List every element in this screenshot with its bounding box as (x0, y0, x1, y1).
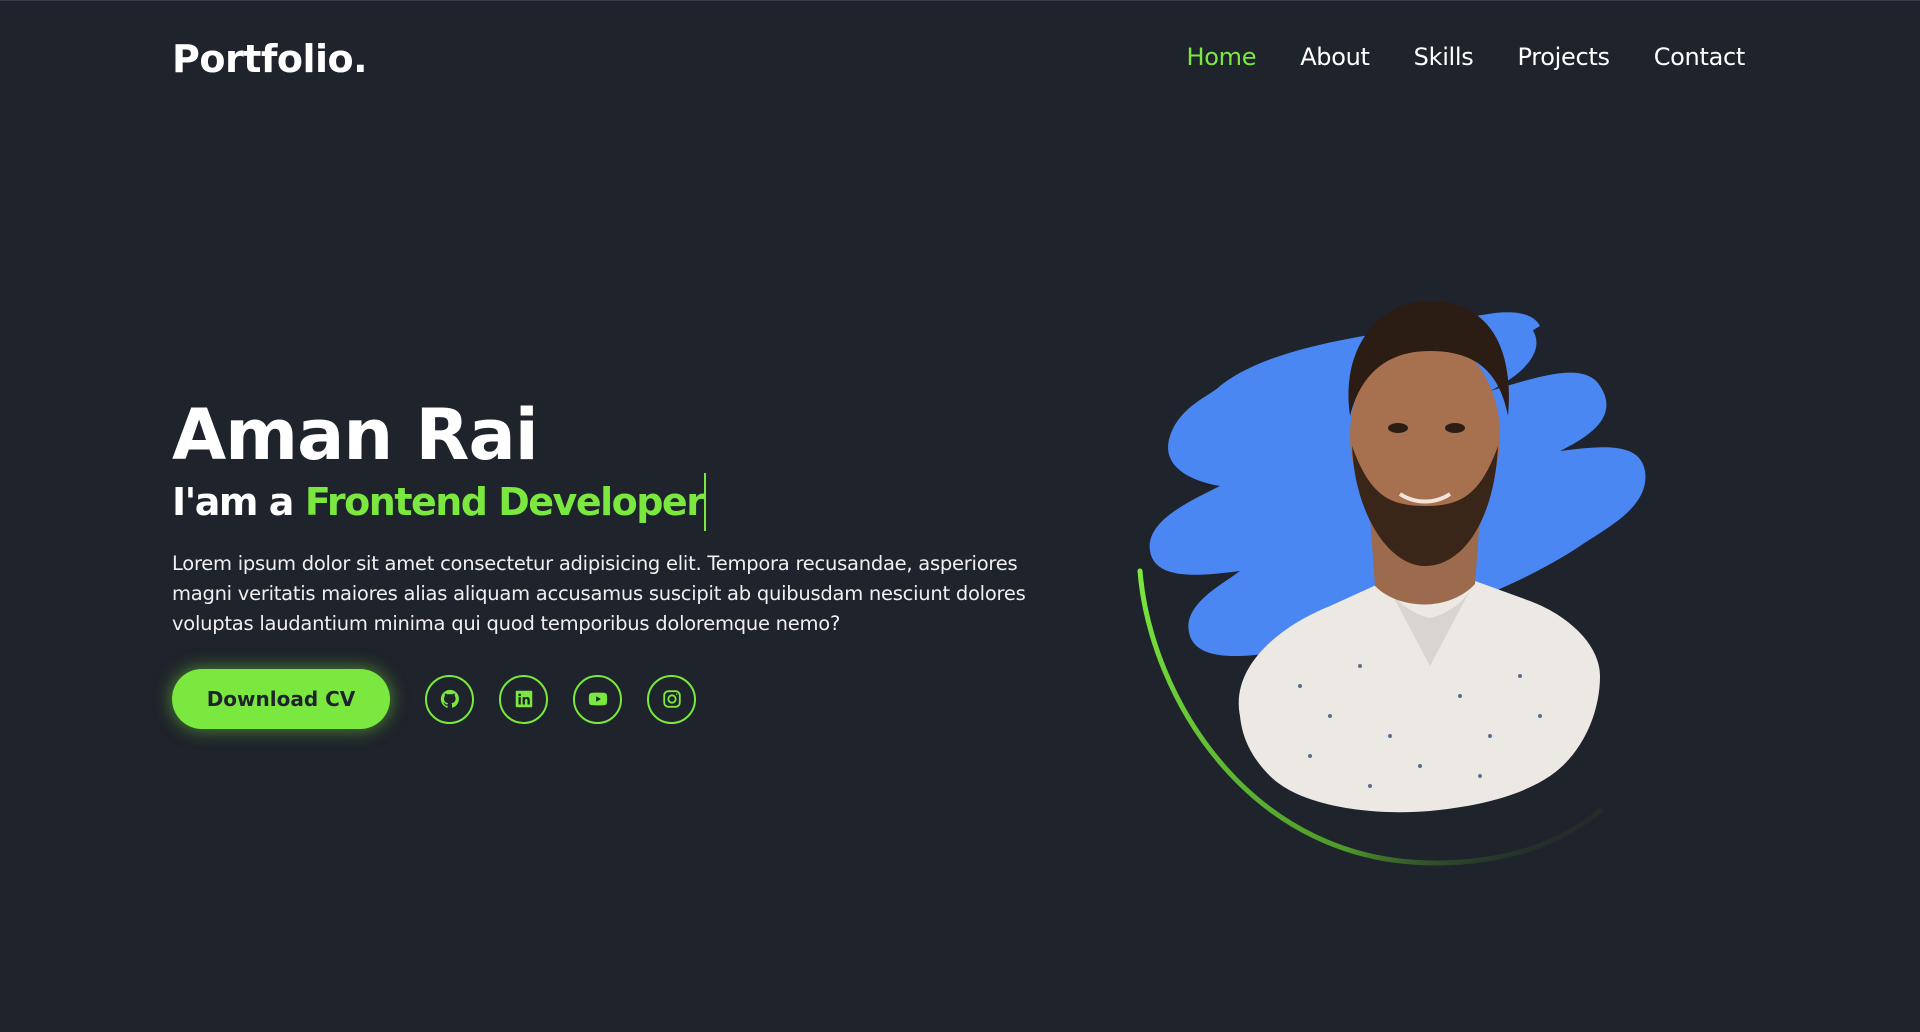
download-cv-button[interactable]: Download CV (172, 669, 390, 729)
hero-section: Aman Rai I'am a Frontend Developer Lorem… (172, 393, 1072, 729)
main-nav: Home About Skills Projects Contact (1187, 43, 1746, 71)
nav-skills[interactable]: Skills (1414, 43, 1474, 71)
github-icon (440, 689, 459, 708)
profile-graphic (1137, 301, 1646, 866)
nav-about[interactable]: About (1300, 43, 1370, 71)
logo[interactable]: Portfolio. (172, 37, 368, 81)
social-links (425, 674, 696, 724)
youtube-link[interactable] (573, 674, 622, 724)
linkedin-link[interactable] (499, 674, 548, 724)
profile-illustration (1130, 266, 1750, 876)
role-highlight: Frontend Developer (304, 480, 705, 524)
nav-projects[interactable]: Projects (1518, 43, 1611, 71)
page: Portfolio. Home About Skills Projects Co… (0, 0, 1920, 1032)
hero-description: Lorem ipsum dolor sit amet consectetur a… (172, 552, 1026, 635)
instagram-icon (662, 690, 681, 708)
github-link[interactable] (425, 674, 474, 724)
nav-contact[interactable]: Contact (1654, 43, 1746, 71)
typing-cursor (704, 473, 707, 531)
linkedin-icon (515, 690, 532, 708)
hero-role: I'am a Frontend Developer (172, 473, 1072, 531)
instagram-link[interactable] (647, 674, 696, 724)
nav-home[interactable]: Home (1187, 43, 1257, 71)
role-prefix: I'am a (172, 480, 294, 524)
youtube-icon (588, 692, 607, 706)
hero-actions: Download CV (172, 669, 1072, 729)
hero-name: Aman Rai (172, 394, 539, 476)
